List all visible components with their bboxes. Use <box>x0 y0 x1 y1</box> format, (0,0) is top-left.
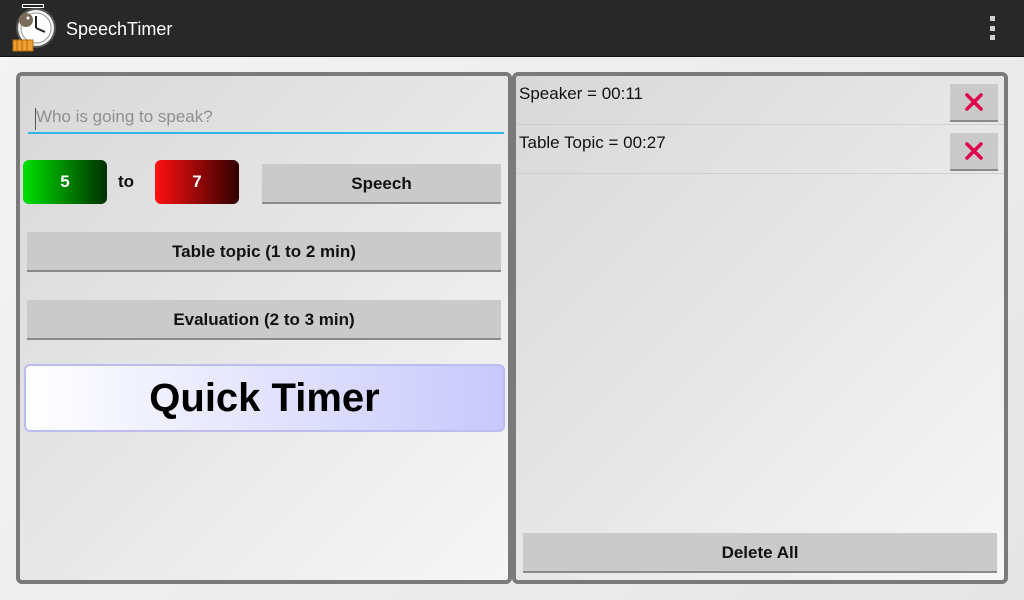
action-bar: SpeechTimer <box>0 0 1024 57</box>
timing-history-panel: Speaker = 00:11 Table Topic = 00:27 Dele… <box>512 72 1008 584</box>
text-caret <box>35 108 36 130</box>
range-separator-label: to <box>118 172 135 191</box>
delete-all-button[interactable]: Delete All <box>523 533 997 573</box>
record-text: Table Topic = 00:27 <box>519 133 666 152</box>
evaluation-button[interactable]: Evaluation (2 to 3 min) <box>27 300 501 340</box>
overflow-dot <box>989 35 995 40</box>
quick-timer-button[interactable]: Quick Timer <box>24 364 505 432</box>
timer-controls-panel: 5 to 7 Speech Table topic (1 to 2 min) E… <box>16 72 512 584</box>
close-x-icon <box>965 93 983 111</box>
speech-button[interactable]: Speech <box>262 164 501 204</box>
delete-record-button[interactable] <box>950 133 998 171</box>
list-item: Speaker = 00:11 <box>516 76 1004 125</box>
min-minutes-box[interactable]: 5 <box>23 160 107 204</box>
overflow-dot <box>989 16 995 21</box>
speaker-name-input[interactable] <box>28 102 504 134</box>
record-text: Speaker = 00:11 <box>519 84 643 103</box>
stopwatch-app-icon[interactable] <box>12 4 60 52</box>
max-minutes-box[interactable]: 7 <box>155 160 239 204</box>
table-topic-button[interactable]: Table topic (1 to 2 min) <box>27 232 501 272</box>
overflow-dot <box>989 25 995 31</box>
overflow-menu-icon[interactable] <box>980 14 1004 42</box>
close-x-icon <box>965 142 983 160</box>
delete-record-button[interactable] <box>950 84 998 122</box>
app-title: SpeechTimer <box>66 19 173 39</box>
list-item: Table Topic = 00:27 <box>516 125 1004 174</box>
